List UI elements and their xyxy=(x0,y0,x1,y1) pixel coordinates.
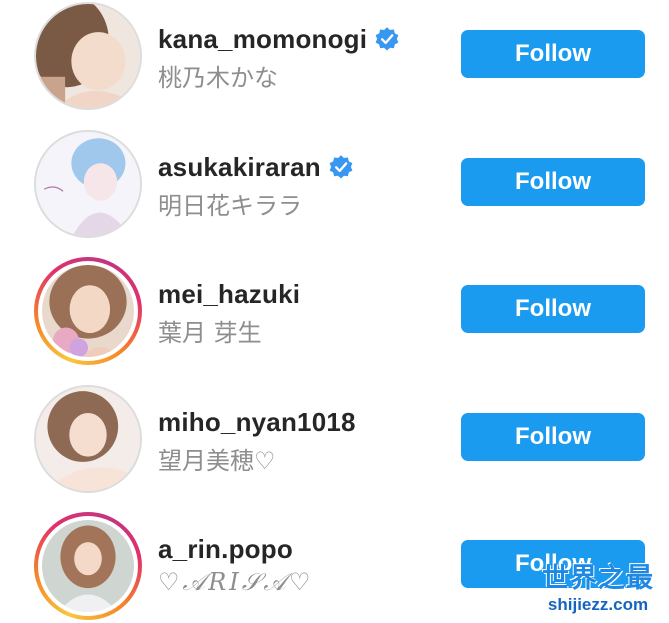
profile-photo xyxy=(42,520,134,612)
username[interactable]: kana_momonogi xyxy=(158,24,367,55)
username[interactable]: mei_hazuki xyxy=(158,279,300,310)
full-name: 明日花キララ xyxy=(158,192,302,220)
full-name: 桃乃木かな xyxy=(158,64,278,92)
watermark: 世界之最 shijiezz.com xyxy=(537,563,659,619)
account-row[interactable]: asukakiraran 明日花キララ Follow xyxy=(0,124,669,242)
avatar-story-ring[interactable] xyxy=(34,257,142,365)
avatar[interactable] xyxy=(34,130,142,238)
username[interactable]: a_rin.popo xyxy=(158,534,293,565)
follow-button[interactable]: Follow xyxy=(461,285,645,333)
username[interactable]: miho_nyan1018 xyxy=(158,407,356,438)
follow-button[interactable]: Follow xyxy=(461,413,645,461)
verified-badge-icon xyxy=(374,26,400,52)
account-row[interactable]: miho_nyan1018 望月美穂♡ Follow xyxy=(0,379,669,497)
avatar-story-ring[interactable] xyxy=(34,512,142,620)
follow-button[interactable]: Follow xyxy=(461,30,645,78)
full-name: 望月美穂♡ xyxy=(158,447,276,475)
profile-photo xyxy=(36,4,140,108)
verified-badge-icon xyxy=(328,154,354,180)
full-name: 葉月 芽生 xyxy=(158,319,262,347)
avatar[interactable] xyxy=(34,385,142,493)
account-row[interactable]: kana_momonogi 桃乃木かな Follow xyxy=(0,0,669,114)
profile-photo xyxy=(36,132,140,236)
follow-button[interactable]: Follow xyxy=(461,158,645,206)
watermark-url: shijiezz.com xyxy=(547,595,649,614)
account-row[interactable]: mei_hazuki 葉月 芽生 Follow xyxy=(0,251,669,369)
profile-photo xyxy=(36,387,140,491)
avatar[interactable] xyxy=(34,2,142,110)
profile-photo xyxy=(42,265,134,357)
username[interactable]: asukakiraran xyxy=(158,152,321,183)
watermark-title: 世界之最 xyxy=(542,563,654,594)
suggested-accounts-list: kana_momonogi 桃乃木かな Follow asukakiraran … xyxy=(0,0,669,623)
full-name: ♡𝒜𝑅𝐼𝒮𝒜♡ xyxy=(158,568,314,596)
